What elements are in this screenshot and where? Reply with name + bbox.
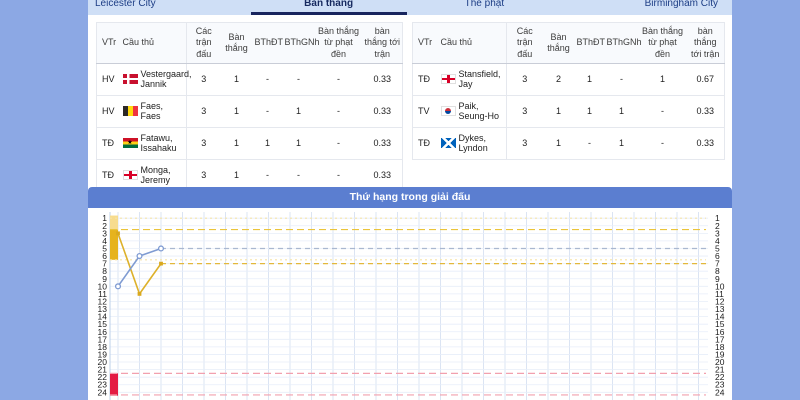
player-name: Paik, Seung-Ho [459, 101, 505, 122]
position-label: TĐ [413, 127, 439, 159]
stat-value: 1 [221, 63, 253, 95]
stat-value: 1 [575, 95, 605, 127]
player-row[interactable]: TĐStansfield, Jay321-10.67 [413, 63, 725, 95]
stat-value: 0.33 [363, 63, 403, 95]
ranking-chart: 1122334455667788991010111112121313141415… [88, 208, 732, 400]
home-goals-table: VTrCầu thủCác trận đấuBàn thắngBThĐTBThG… [96, 22, 403, 192]
chart-title: Thứ hạng trong giải đấu [88, 187, 732, 208]
tab-cards[interactable]: Thẻ phạt [407, 0, 563, 15]
column-header: Bàn thắng từ phạt đền [315, 23, 363, 64]
flag-scotland-icon [441, 138, 456, 148]
column-header: VTr [413, 23, 439, 64]
column-header: Bàn thắng [543, 23, 575, 64]
stat-value: 1 [221, 95, 253, 127]
player-name: Faes, Faes [141, 101, 185, 122]
y-axis-label-right: 24 [715, 387, 725, 397]
column-header: Cầu thủ [121, 23, 187, 64]
stat-value: 0.33 [687, 127, 725, 159]
tab-birmingham-city[interactable]: Birmingham City [562, 0, 732, 15]
stat-value: 3 [187, 127, 221, 159]
stat-value: 1 [283, 127, 315, 159]
column-header: BThĐT [253, 23, 283, 64]
stat-value: - [639, 95, 687, 127]
stat-value: 0.33 [363, 127, 403, 159]
table-header-row: VTrCầu thủCác trận đấuBàn thắngBThĐTBThG… [97, 23, 403, 64]
stat-value: 3 [507, 127, 543, 159]
y-axis-label-left: 24 [98, 387, 108, 397]
flag-denmark-icon [123, 74, 138, 84]
tab-goals[interactable]: Bàn thắng [251, 0, 407, 15]
stat-value: 1 [575, 63, 605, 95]
stat-value: 1 [543, 127, 575, 159]
stat-value: 1 [253, 127, 283, 159]
stat-value: - [315, 63, 363, 95]
column-header: Bàn thắng [221, 23, 253, 64]
player-row[interactable]: TĐFatawu, Issahaku3111-0.33 [97, 127, 403, 159]
stats-page: Leicester City Bàn thắng Thẻ phạt Birmin… [0, 0, 800, 400]
stat-value: 3 [507, 63, 543, 95]
column-header: bàn thắng tới trận [363, 23, 403, 64]
stat-value: 1 [221, 127, 253, 159]
column-header: bàn thắng tới trận [687, 23, 725, 64]
position-label: TĐ [97, 127, 121, 159]
table-header-row: VTrCầu thủCác trận đấuBàn thắngBThĐTBThG… [413, 23, 725, 64]
away-goals-table: VTrCầu thủCác trận đấuBàn thắngBThĐTBThG… [412, 22, 725, 160]
position-label: HV [97, 95, 121, 127]
stat-value: - [283, 63, 315, 95]
stat-value: 3 [187, 95, 221, 127]
column-header: Cầu thủ [439, 23, 507, 64]
stat-value: 1 [605, 127, 639, 159]
player-row[interactable]: HVFaes, Faes31-1-0.33 [97, 95, 403, 127]
stat-value: 1 [283, 95, 315, 127]
player-name: Stansfield, Jay [459, 69, 505, 90]
column-header: BThGNh [283, 23, 315, 64]
player-name: Dykes, Lyndon [459, 133, 505, 154]
stat-value: 1 [605, 95, 639, 127]
player-row[interactable]: TVPaik, Seung-Ho3111-0.33 [413, 95, 725, 127]
content-panel: Leicester City Bàn thắng Thẻ phạt Birmin… [88, 0, 732, 400]
stat-value: 3 [187, 63, 221, 95]
stat-value: 2 [543, 63, 575, 95]
position-label: HV [97, 63, 121, 95]
flag-england-icon [441, 74, 456, 84]
flag-south-korea-icon [441, 106, 456, 116]
stat-value: 1 [543, 95, 575, 127]
stat-value: 3 [507, 95, 543, 127]
player-row[interactable]: HVVestergaard, Jannik31---0.33 [97, 63, 403, 95]
stat-value: 0.33 [363, 95, 403, 127]
column-header: BThGNh [605, 23, 639, 64]
column-header: VTr [97, 23, 121, 64]
flag-england-icon [123, 170, 138, 180]
flag-ghana-icon [123, 138, 138, 148]
stat-value: - [315, 127, 363, 159]
player-name: Vestergaard, Jannik [141, 69, 192, 90]
stat-value: 0.67 [687, 63, 725, 95]
stat-value: - [575, 127, 605, 159]
tab-leicester-city[interactable]: Leicester City [88, 0, 251, 15]
player-name: Fatawu, Issahaku [141, 133, 185, 154]
stat-value: - [605, 63, 639, 95]
player-name: Monga, Jeremy [141, 165, 185, 186]
stat-value: 1 [639, 63, 687, 95]
player-row[interactable]: TĐDykes, Lyndon31-1-0.33 [413, 127, 725, 159]
stat-value: - [253, 63, 283, 95]
column-header: BThĐT [575, 23, 605, 64]
stat-value: - [639, 127, 687, 159]
stat-value: 0.33 [687, 95, 725, 127]
position-label: TV [413, 95, 439, 127]
position-label: TĐ [413, 63, 439, 95]
column-header: Các trận đấu [507, 23, 543, 64]
flag-belgium-icon [123, 106, 138, 116]
tab-bar: Leicester City Bàn thắng Thẻ phạt Birmin… [88, 0, 732, 15]
column-header: Bàn thắng từ phạt đền [639, 23, 687, 64]
stat-value: - [253, 95, 283, 127]
column-header: Các trận đấu [187, 23, 221, 64]
stat-value: - [315, 95, 363, 127]
